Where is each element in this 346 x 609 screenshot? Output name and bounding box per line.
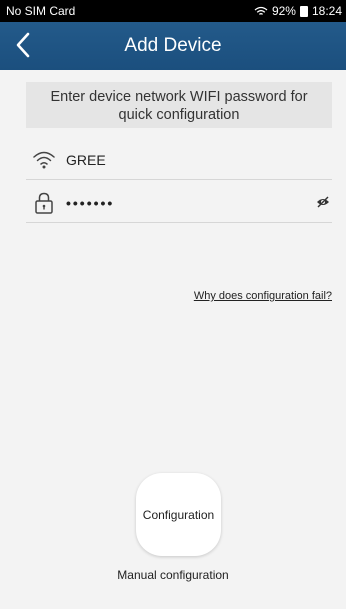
carrier-label: No SIM Card	[6, 4, 76, 18]
nav-bar: Add Device	[0, 22, 346, 70]
wifi-name-row	[26, 140, 332, 180]
wifi-name-input[interactable]	[66, 146, 286, 174]
configuration-button-label: Configuration	[142, 507, 215, 522]
instruction-text: Enter device network WIFI password for q…	[50, 89, 308, 123]
add-device-screen: No SIM Card 92% 18:24 Add Device Enter d…	[0, 0, 346, 609]
status-bar: No SIM Card 92% 18:24	[0, 0, 346, 22]
config-fail-help-link[interactable]: Why does configuration fail?	[194, 290, 332, 302]
manual-configuration-link[interactable]: Manual configuration	[0, 568, 346, 582]
clock: 18:24	[311, 4, 342, 18]
wifi-password-input[interactable]	[66, 189, 286, 217]
battery-percent: 92%	[271, 4, 296, 18]
battery-icon	[299, 5, 308, 17]
wifi-icon	[33, 151, 55, 169]
instruction-banner: Enter device network WIFI password for q…	[26, 82, 332, 128]
status-right: 92% 18:24	[254, 4, 342, 18]
configuration-button[interactable]: Configuration	[136, 473, 221, 556]
page-title: Add Device	[124, 35, 222, 56]
wifi-password-row	[26, 183, 332, 223]
lock-icon	[35, 192, 53, 214]
eye-icon[interactable]	[316, 195, 330, 209]
wifi-icon	[254, 6, 268, 15]
